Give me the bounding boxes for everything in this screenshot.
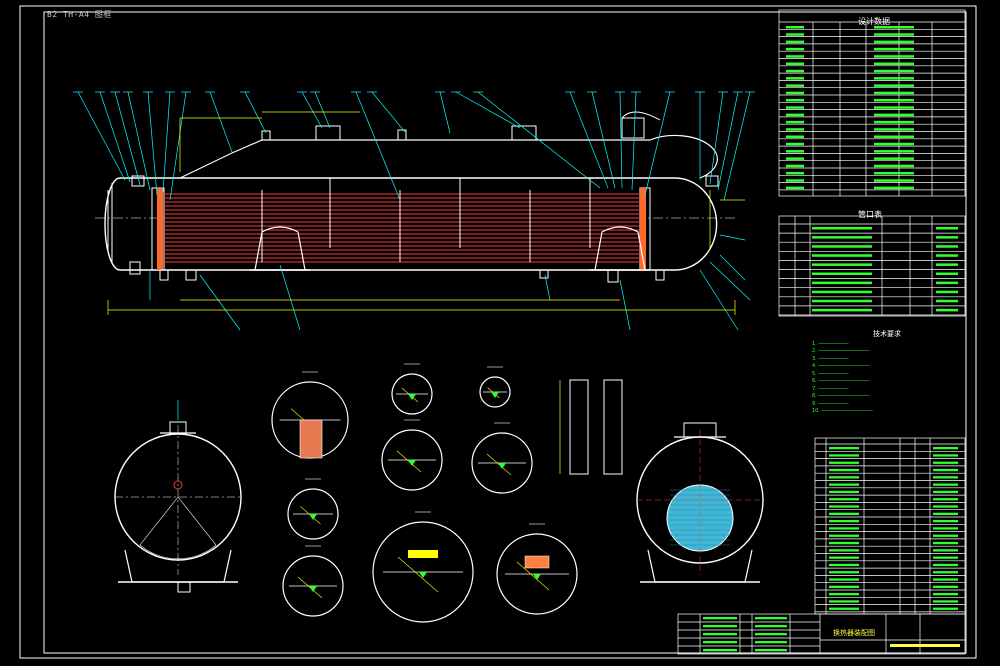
note-line: 8. ─────────────────	[812, 393, 870, 399]
detail-circle	[381, 419, 443, 491]
left-end-view	[114, 400, 242, 593]
notes-title: 技术要求	[873, 330, 901, 338]
note-line: 6. ─────────────────	[812, 378, 870, 384]
title-block	[677, 613, 966, 655]
technical-requirements: 技术要求 1. ────────── 2. ───────────────── 3.…	[812, 330, 962, 416]
detail-circle	[496, 523, 578, 615]
detail-circle	[287, 478, 339, 540]
drawing-name: 换热器装配图	[833, 629, 875, 637]
note-line: 7. ──────────	[812, 385, 849, 392]
callout-leaders	[73, 91, 755, 331]
design-data-table	[778, 9, 966, 197]
note-line: 2. ─────────────────	[812, 348, 870, 354]
detail-circle	[479, 366, 511, 408]
note-line: 4. ─────────────────	[812, 363, 870, 369]
detail-circle	[372, 511, 474, 623]
baffles	[261, 178, 591, 262]
baffle-detail	[559, 379, 623, 475]
note-line: 9. ──────────	[812, 400, 849, 407]
drawing-frame-tag: B2 TH-A4 图框	[47, 10, 112, 19]
left-tube-sheet	[157, 188, 163, 270]
detail-views	[271, 363, 578, 623]
cad-drawing-canvas: B2 TH-A4 图框 设计数据 管口表 技术要求 1. ────────── 2…	[0, 0, 1000, 666]
design-data-title: 设计数据	[858, 17, 890, 26]
nozzles	[129, 111, 719, 283]
parts-list	[814, 437, 966, 615]
nozzle-table	[778, 215, 966, 317]
detail-circle	[391, 363, 433, 415]
section-a-a	[636, 422, 764, 583]
detail-circle	[471, 422, 533, 494]
nozzle-table-title: 管口表	[858, 210, 882, 219]
note-line: 5. ──────────	[812, 370, 849, 377]
note-line: 1. ──────────	[812, 340, 849, 347]
detail-circle	[282, 545, 344, 617]
tube-bundle	[164, 193, 640, 263]
note-line: 3. ──────────	[812, 355, 849, 362]
note-line: 10. ─────────────────	[812, 408, 873, 414]
